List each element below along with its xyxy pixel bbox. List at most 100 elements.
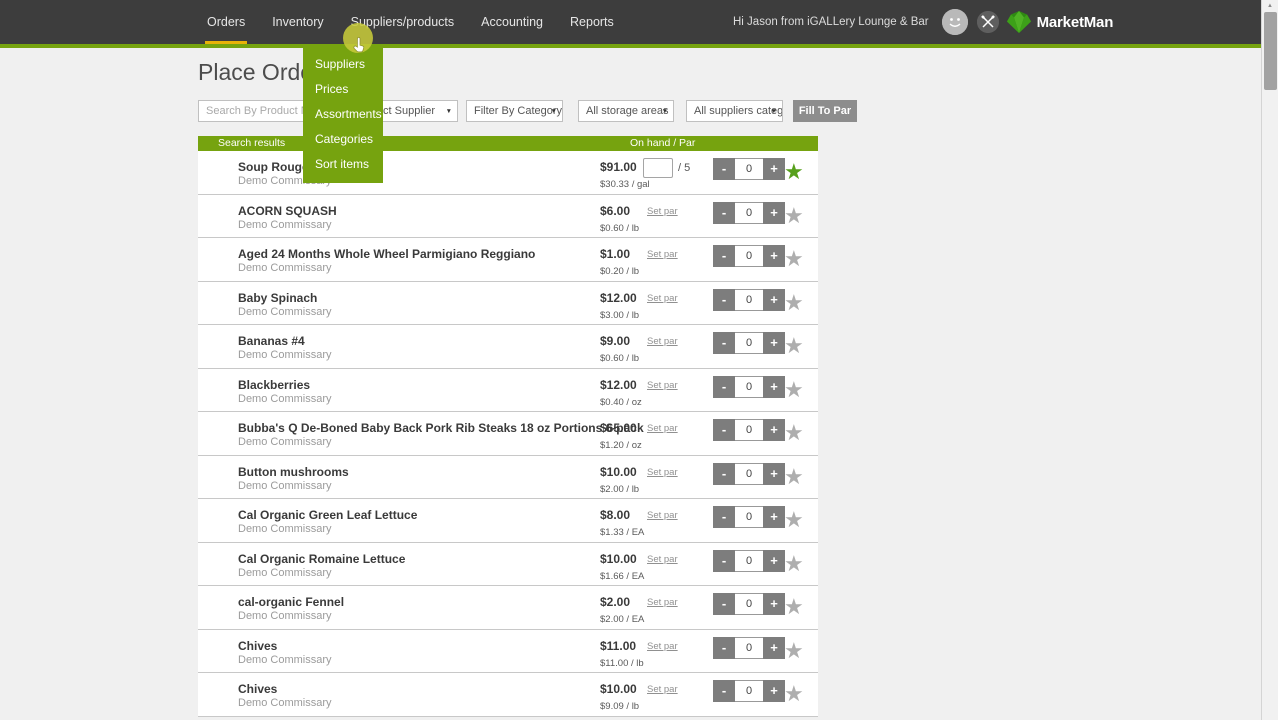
quantity-value[interactable]: 0 <box>735 158 763 180</box>
fill-to-par-button[interactable]: Fill To Par <box>793 100 857 122</box>
dropdown-item-prices[interactable]: Prices <box>303 77 383 102</box>
increase-quantity-button[interactable]: + <box>763 593 785 615</box>
set-par-link[interactable]: Set par <box>647 554 678 565</box>
set-par-link[interactable]: Set par <box>647 684 678 695</box>
increase-quantity-button[interactable]: + <box>763 506 785 528</box>
nav-accent-strip <box>0 44 1278 48</box>
product-unit-price: $3.00 / lb <box>600 310 639 321</box>
storage-area-select[interactable]: All storage areas ▼ <box>578 100 674 122</box>
favorite-star-icon[interactable]: ★ <box>784 375 804 405</box>
decrease-quantity-button[interactable]: - <box>713 506 735 528</box>
favorite-star-icon[interactable]: ★ <box>784 505 804 535</box>
table-row: ACORN SQUASH Demo Commissary $6.00 $0.60… <box>198 195 818 239</box>
product-supplier: Demo Commissary <box>238 262 332 274</box>
favorite-star-icon[interactable]: ★ <box>784 462 804 492</box>
quantity-value[interactable]: 0 <box>735 593 763 615</box>
product-unit-price: $1.20 / oz <box>600 440 642 451</box>
quantity-value[interactable]: 0 <box>735 332 763 354</box>
quantity-value[interactable]: 0 <box>735 463 763 485</box>
favorite-star-icon[interactable]: ★ <box>784 549 804 579</box>
crossed-utensils-icon[interactable] <box>977 11 999 33</box>
product-name: Chives <box>238 639 277 653</box>
dropdown-item-categories[interactable]: Categories <box>303 127 383 152</box>
favorite-star-icon[interactable]: ★ <box>784 157 804 187</box>
decrease-quantity-button[interactable]: - <box>713 637 735 659</box>
decrease-quantity-button[interactable]: - <box>713 202 735 224</box>
increase-quantity-button[interactable]: + <box>763 245 785 267</box>
favorite-star-icon[interactable]: ★ <box>784 592 804 622</box>
set-par-link[interactable]: Set par <box>647 641 678 652</box>
quantity-value[interactable]: 0 <box>735 245 763 267</box>
user-greeting: Hi Jason from iGALLery Lounge & Bar <box>733 16 929 28</box>
quantity-value[interactable]: 0 <box>735 637 763 659</box>
favorite-star-icon[interactable]: ★ <box>784 636 804 666</box>
set-par-link[interactable]: Set par <box>647 206 678 217</box>
favorite-star-icon[interactable]: ★ <box>784 679 804 709</box>
table-header-on-hand-par: On hand / Par <box>630 136 695 151</box>
decrease-quantity-button[interactable]: - <box>713 376 735 398</box>
scrollbar-thumb[interactable] <box>1264 12 1277 90</box>
top-nav-bar: OrdersInventorySuppliers/productsAccount… <box>0 0 1278 44</box>
vertical-scrollbar[interactable]: ▲ <box>1261 0 1278 720</box>
scrollbar-up-arrow-icon[interactable]: ▲ <box>1262 0 1278 12</box>
set-par-link[interactable]: Set par <box>647 597 678 608</box>
decrease-quantity-button[interactable]: - <box>713 158 735 180</box>
par-value: / 5 <box>678 162 690 174</box>
product-price: $8.00 <box>600 508 630 522</box>
quantity-value[interactable]: 0 <box>735 550 763 572</box>
decrease-quantity-button[interactable]: - <box>713 550 735 572</box>
increase-quantity-button[interactable]: + <box>763 680 785 702</box>
decrease-quantity-button[interactable]: - <box>713 289 735 311</box>
set-par-link[interactable]: Set par <box>647 249 678 260</box>
set-par-link[interactable]: Set par <box>647 336 678 347</box>
nav-items: OrdersInventorySuppliers/productsAccount… <box>205 0 639 44</box>
decrease-quantity-button[interactable]: - <box>713 419 735 441</box>
dropdown-item-suppliers[interactable]: Suppliers <box>303 52 383 77</box>
decrease-quantity-button[interactable]: - <box>713 593 735 615</box>
increase-quantity-button[interactable]: + <box>763 637 785 659</box>
product-name: Cal Organic Romaine Lettuce <box>238 552 405 566</box>
increase-quantity-button[interactable]: + <box>763 332 785 354</box>
nav-item-orders[interactable]: Orders <box>205 0 247 44</box>
quantity-value[interactable]: 0 <box>735 506 763 528</box>
dropdown-item-assortments[interactable]: Assortments <box>303 102 383 127</box>
dropdown-item-sort-items[interactable]: Sort items <box>303 152 383 177</box>
increase-quantity-button[interactable]: + <box>763 158 785 180</box>
decrease-quantity-button[interactable]: - <box>713 332 735 354</box>
category-select[interactable]: Filter By Category ▼ <box>466 100 563 122</box>
set-par-link[interactable]: Set par <box>647 380 678 391</box>
increase-quantity-button[interactable]: + <box>763 376 785 398</box>
increase-quantity-button[interactable]: + <box>763 550 785 572</box>
product-name: Bubba's Q De-Boned Baby Back Pork Rib St… <box>238 421 644 435</box>
set-par-link[interactable]: Set par <box>647 423 678 434</box>
favorite-star-icon[interactable]: ★ <box>784 331 804 361</box>
favorite-star-icon[interactable]: ★ <box>784 201 804 231</box>
set-par-link[interactable]: Set par <box>647 510 678 521</box>
set-par-link[interactable]: Set par <box>647 467 678 478</box>
table-row: Cal Organic Green Leaf Lettuce Demo Comm… <box>198 499 818 543</box>
set-par-link[interactable]: Set par <box>647 293 678 304</box>
quantity-value[interactable]: 0 <box>735 680 763 702</box>
favorite-star-icon[interactable]: ★ <box>784 418 804 448</box>
nav-item-reports[interactable]: Reports <box>568 0 616 44</box>
user-avatar-smiley-icon[interactable] <box>942 9 968 35</box>
quantity-value[interactable]: 0 <box>735 289 763 311</box>
nav-item-inventory[interactable]: Inventory <box>270 0 325 44</box>
nav-item-accounting[interactable]: Accounting <box>479 0 545 44</box>
on-hand-input[interactable] <box>643 158 673 178</box>
increase-quantity-button[interactable]: + <box>763 463 785 485</box>
quantity-stepper: - 0 + <box>713 463 785 485</box>
quantity-value[interactable]: 0 <box>735 376 763 398</box>
quantity-value[interactable]: 0 <box>735 202 763 224</box>
decrease-quantity-button[interactable]: - <box>713 245 735 267</box>
increase-quantity-button[interactable]: + <box>763 289 785 311</box>
suppliers-category-select[interactable]: All suppliers categori ▼ <box>686 100 783 122</box>
decrease-quantity-button[interactable]: - <box>713 463 735 485</box>
increase-quantity-button[interactable]: + <box>763 202 785 224</box>
increase-quantity-button[interactable]: + <box>763 419 785 441</box>
quantity-value[interactable]: 0 <box>735 419 763 441</box>
decrease-quantity-button[interactable]: - <box>713 680 735 702</box>
product-supplier: Demo Commissary <box>238 393 332 405</box>
favorite-star-icon[interactable]: ★ <box>784 288 804 318</box>
favorite-star-icon[interactable]: ★ <box>784 244 804 274</box>
